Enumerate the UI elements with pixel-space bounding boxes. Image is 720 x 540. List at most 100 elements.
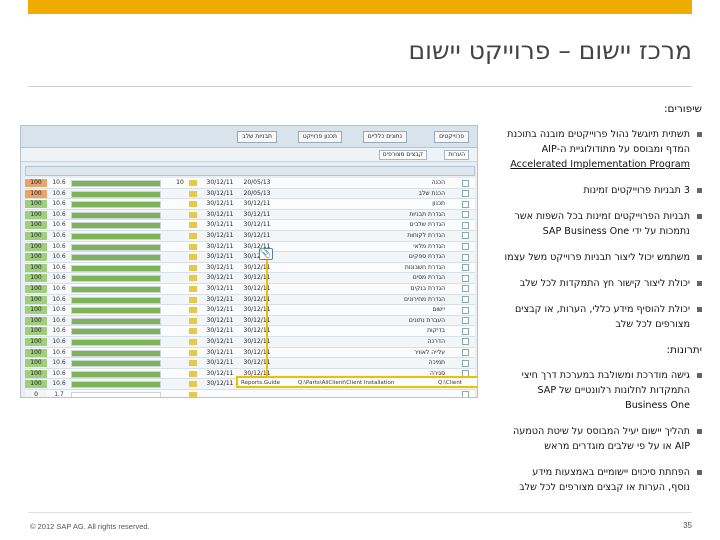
list-item: גישה מודרכת ומשולבת במערכת דרך חיצי התמק… — [474, 368, 702, 413]
row-checkbox[interactable] — [462, 221, 469, 229]
advantage-1-line2: AIP או על פי שלבים מוגדרים מראש — [544, 441, 690, 452]
row-checkbox[interactable] — [462, 274, 469, 282]
subtab-attachments[interactable]: קבצים מצורפים — [378, 150, 427, 160]
table-row[interactable]: 100 10.6 30/12/11 30/12/11 הגדרת תבניות — [25, 209, 475, 221]
progress-bar — [71, 317, 161, 325]
folder-icon[interactable] — [189, 370, 197, 377]
row-checkbox[interactable] — [462, 190, 469, 198]
folder-icon[interactable] — [189, 201, 197, 208]
table-row[interactable]: 100 10.6 30/12/11 30/12/11 הגדרת מלאי — [25, 241, 475, 253]
percent-cell: 100 — [25, 274, 47, 283]
table-row[interactable]: 100 10.6 30/12/11 30/12/11 תכנון — [25, 199, 475, 210]
footer-copyright: © 2012 SAP AG. All rights reserved. — [30, 522, 150, 531]
folder-icon[interactable] — [189, 211, 197, 218]
row-checkbox[interactable] — [462, 264, 469, 272]
folder-icon[interactable] — [189, 243, 197, 250]
progress-bar — [71, 190, 161, 198]
table-row[interactable]: 100 10.6 30/12/11 30/12/11 הגדרת חשבונות — [25, 262, 475, 274]
number-cell — [173, 232, 187, 240]
folder-icon[interactable] — [189, 254, 197, 261]
progress-bar — [71, 285, 161, 293]
row-checkbox[interactable] — [462, 211, 469, 219]
table-row[interactable]: 100 10.6 30/12/11 30/12/11 הדרכה — [25, 336, 475, 348]
table-row[interactable]: 100 10.6 30/12/11 30/12/11 הגדרת ספקים — [25, 252, 475, 263]
row-checkbox[interactable] — [462, 327, 469, 335]
folder-icon[interactable] — [189, 338, 197, 345]
folder-icon[interactable] — [189, 180, 197, 186]
date-start-cell: 30/12/11 — [206, 337, 234, 345]
folder-icon[interactable] — [189, 360, 197, 367]
folder-icon[interactable] — [189, 285, 197, 292]
table-row[interactable]: 100 10.6 30/12/11 30/12/11 הגדרת מסים — [25, 273, 475, 284]
table-row[interactable]: 100 10.6 30/12/11 30/12/11 הגדרת בנקים — [25, 283, 475, 295]
top-accent-bar — [28, 0, 692, 14]
row-checkbox[interactable] — [462, 338, 469, 346]
folder-icon[interactable] — [189, 296, 197, 303]
row-checkbox[interactable] — [462, 317, 469, 325]
stages-grid: 100 10.6 10 30/12/11 20/05/13 הכנה 100 10.6 30/1… — [25, 178, 475, 397]
folder-icon[interactable] — [189, 222, 197, 229]
number-cell — [173, 190, 187, 198]
table-row[interactable]: 100 10.6 30/12/11 30/12/11 עלייה לאוויר — [25, 347, 475, 359]
row-checkbox[interactable] — [462, 253, 469, 261]
table-row[interactable]: 100 10.6 30/12/11 30/12/11 תמיכה — [25, 358, 475, 369]
tab-projects[interactable]: פרוייקטים — [434, 131, 469, 143]
table-row[interactable]: 0 1.7 — [25, 389, 475, 397]
paperclip-icon[interactable]: 📎 — [259, 248, 273, 260]
task-name-cell: הכנת שלב — [418, 189, 445, 197]
folder-icon[interactable] — [189, 381, 197, 388]
percent-cell: 100 — [25, 253, 47, 262]
date-end-cell: 30/12/11 — [243, 306, 271, 314]
table-row[interactable]: 100 10.6 10 30/12/11 20/05/13 הכנה — [25, 178, 475, 189]
folder-icon[interactable] — [189, 349, 197, 356]
row-checkbox[interactable] — [462, 306, 469, 314]
date-end-cell: 30/12/11 — [243, 200, 271, 208]
list-item: תשתית תיוגשל נהול פרוייקטים מובנה בתוכנת… — [474, 127, 702, 172]
row-checkbox[interactable] — [462, 349, 469, 356]
tab-stage-templates[interactable]: תבניות שלב — [237, 131, 277, 143]
value-cell: 10.6 — [52, 316, 66, 324]
progress-fill — [72, 286, 160, 292]
row-checkbox[interactable] — [462, 232, 469, 240]
row-checkbox[interactable] — [462, 243, 469, 251]
folder-icon[interactable] — [189, 391, 197, 397]
progress-bar — [71, 391, 161, 397]
percent-cell: 100 — [25, 200, 47, 209]
attachment-path-bar[interactable]: Reports.Guide Q:\Parts\AliClient\Client … — [236, 376, 477, 388]
folder-icon[interactable] — [189, 328, 197, 335]
title-divider — [28, 86, 692, 87]
row-checkbox[interactable] — [462, 391, 469, 397]
table-row[interactable]: 100 10.6 30/12/11 20/05/13 הכנת שלב — [25, 188, 475, 200]
table-row[interactable]: 100 10.6 30/12/11 30/12/11 הגדרת מחירונים — [25, 294, 475, 306]
table-row[interactable]: 100 10.6 30/12/11 30/12/11 הגדרת לקוחות — [25, 230, 475, 242]
task-name-cell: הגדרת לקוחות — [407, 231, 445, 239]
subtab-notes[interactable]: הערות — [444, 150, 469, 160]
advantage-0-line1: גישה מודרכת ומשולבת במערכת דרך חיצי — [521, 370, 690, 381]
progress-fill — [72, 318, 160, 324]
folder-icon[interactable] — [189, 190, 197, 197]
tab-project-planning[interactable]: תכנון פרוייקט — [297, 131, 342, 143]
folder-icon[interactable] — [189, 307, 197, 314]
row-checkbox[interactable] — [462, 179, 469, 187]
row-checkbox[interactable] — [462, 359, 469, 367]
row-checkbox[interactable] — [462, 200, 469, 208]
table-row[interactable]: 100 10.6 30/12/11 30/12/11 העברת נתונים — [25, 315, 475, 327]
folder-icon[interactable] — [189, 275, 197, 282]
row-checkbox[interactable] — [462, 296, 469, 304]
folder-icon[interactable] — [189, 317, 197, 324]
table-row[interactable]: 100 10.6 30/12/11 30/12/11 יישום — [25, 305, 475, 316]
tab-general-data[interactable]: נתונים כלליים — [362, 131, 407, 143]
date-start-cell: 30/12/11 — [206, 327, 234, 335]
value-cell: 10.6 — [52, 179, 66, 186]
table-row[interactable]: 100 10.6 30/12/11 30/12/11 בדיקות — [25, 326, 475, 337]
folder-icon[interactable] — [189, 264, 197, 271]
value-cell: 10.6 — [52, 221, 66, 229]
page-number: 35 — [683, 521, 692, 530]
improvements-heading: שיפורים: — [664, 103, 702, 115]
progress-bar — [71, 180, 161, 187]
table-row[interactable]: 100 10.6 30/12/11 30/12/11 הגדרת שלבים — [25, 220, 475, 231]
folder-icon[interactable] — [189, 232, 197, 239]
row-checkbox[interactable] — [462, 285, 469, 293]
value-cell: 10.6 — [52, 380, 66, 388]
aip-link[interactable]: Accelerated Implementation Program — [474, 157, 690, 172]
